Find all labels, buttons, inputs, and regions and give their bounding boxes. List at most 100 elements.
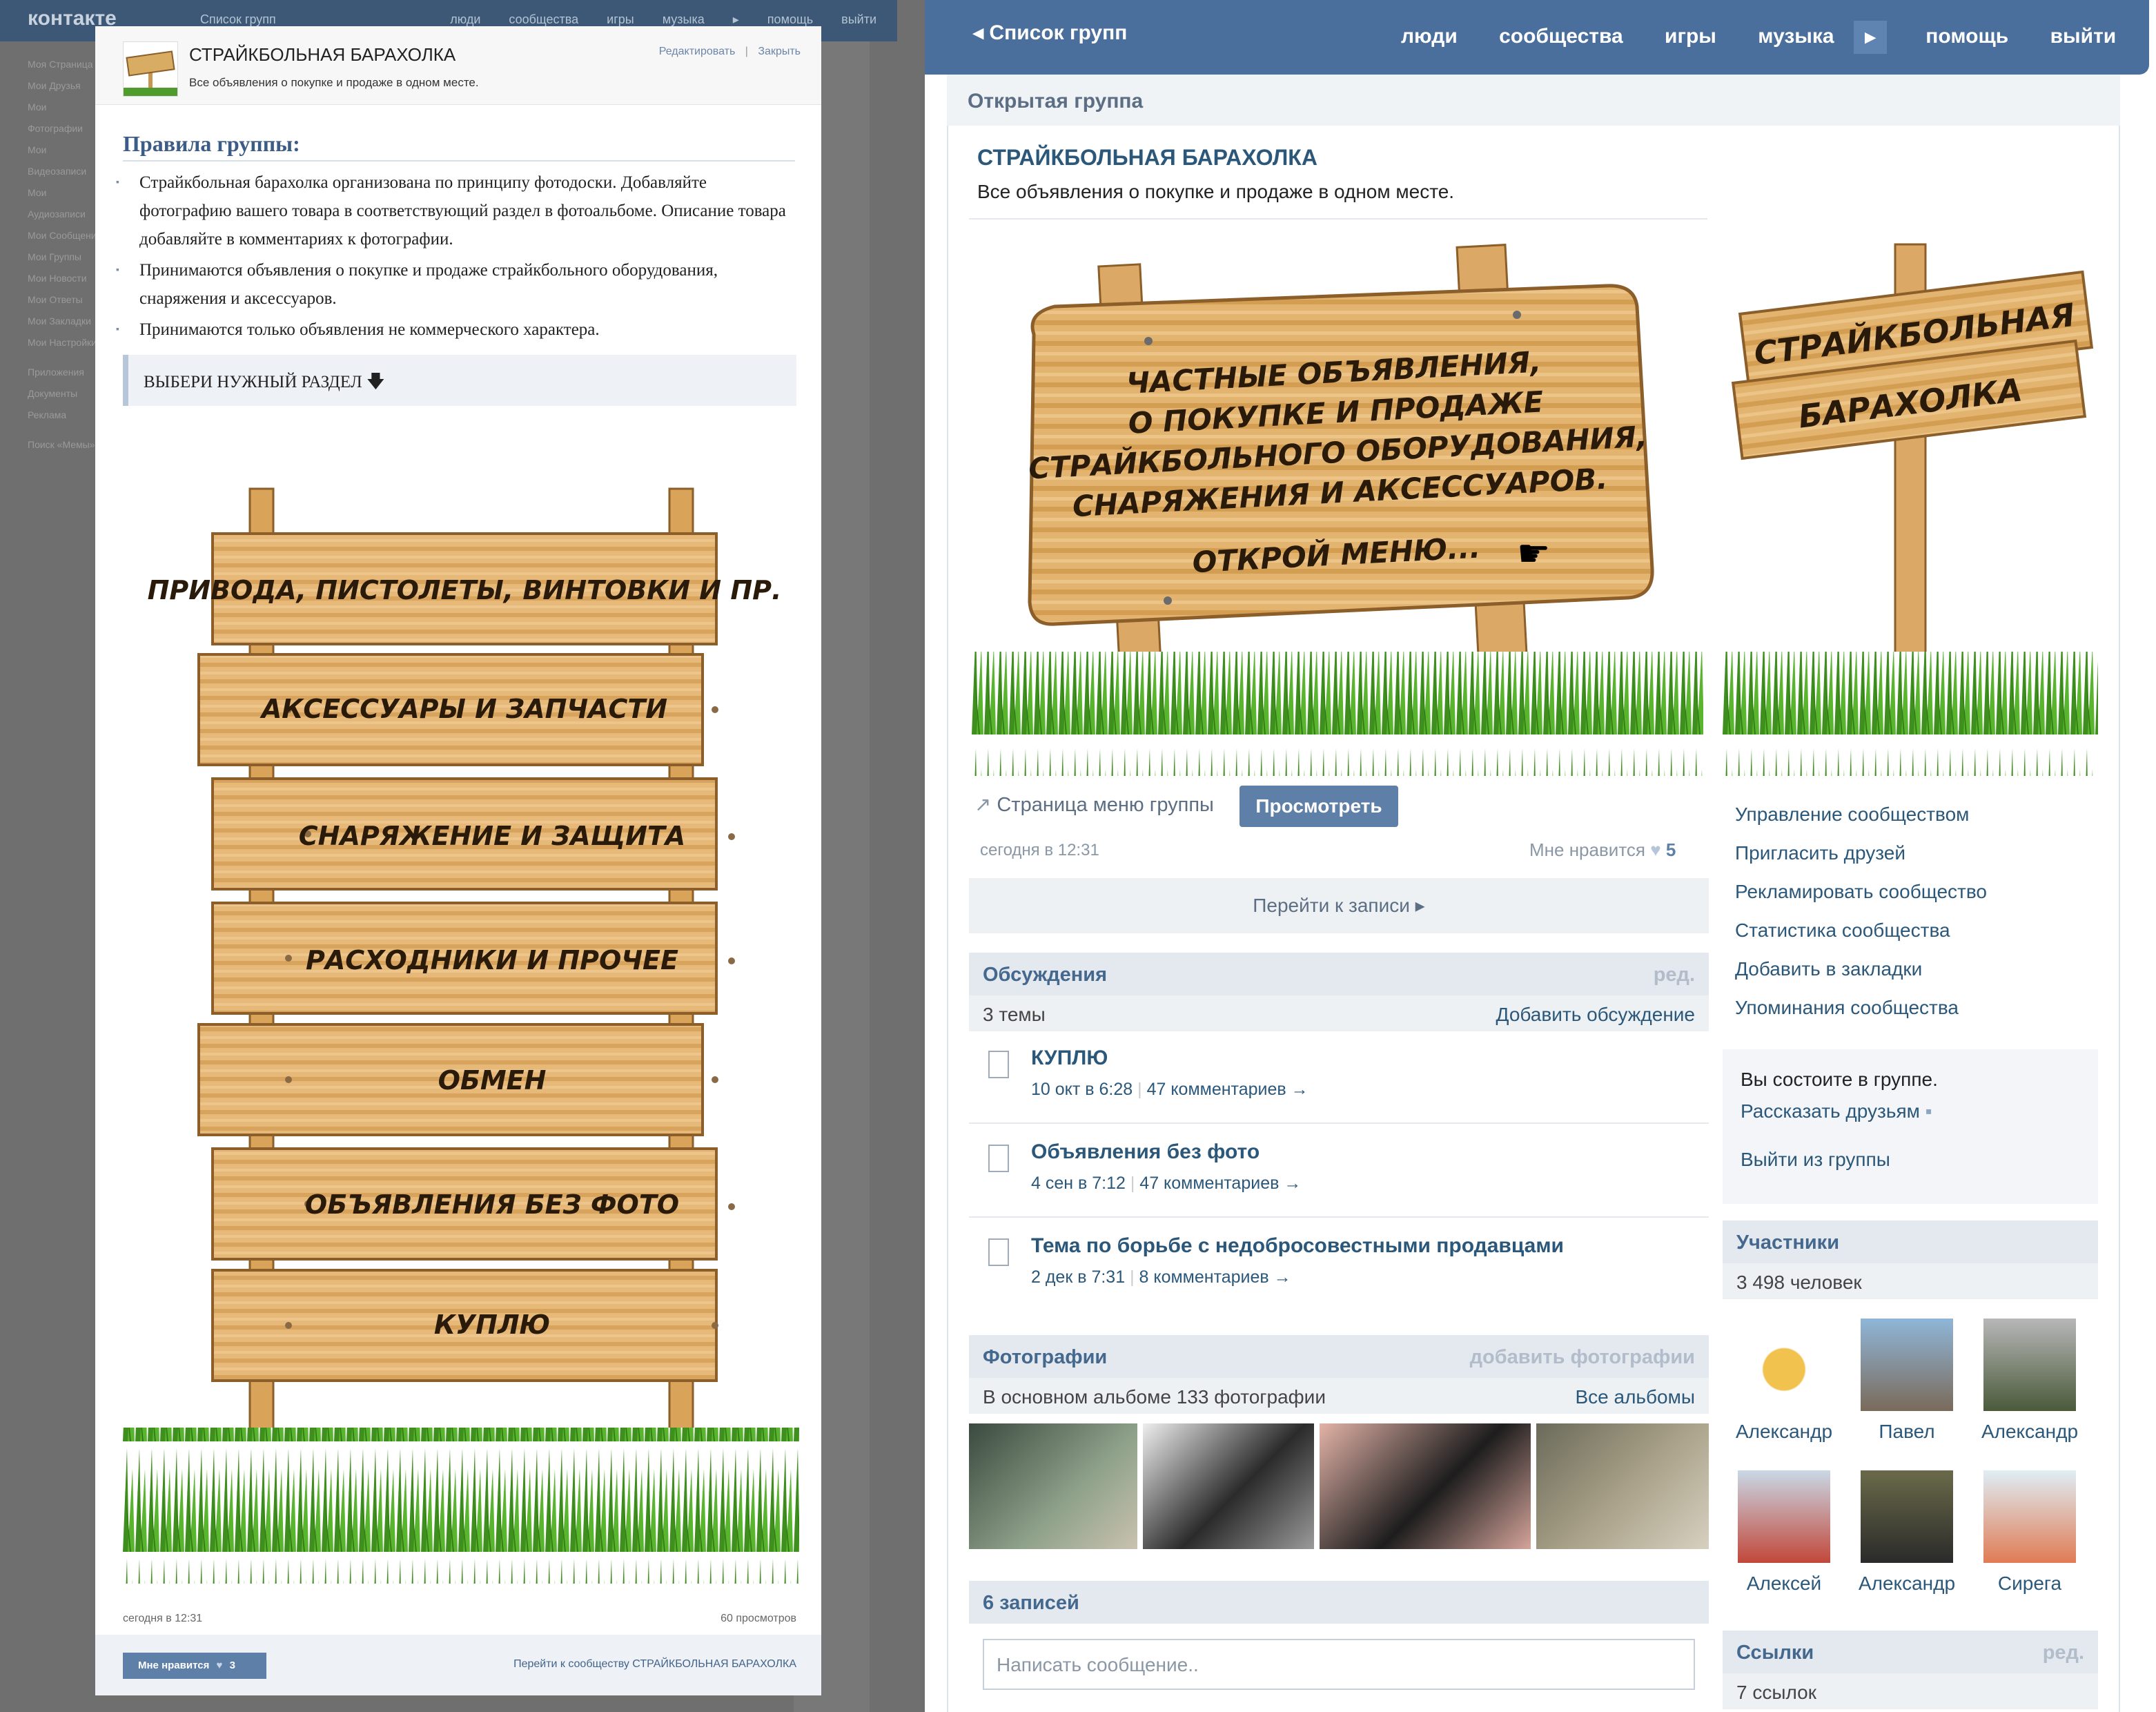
nav-logout[interactable]: выйти: [2050, 25, 2117, 48]
nav-help[interactable]: помощь: [1925, 25, 2008, 48]
view-button[interactable]: Просмотреть: [1239, 786, 1398, 827]
back-to-groups[interactable]: ◂ Список групп: [973, 21, 1127, 45]
all-albums-link[interactable]: Все альбомы: [1575, 1386, 1695, 1408]
topic-title[interactable]: КУПЛЮ: [1031, 1047, 1108, 1070]
nav-more-icon[interactable]: ▸: [1853, 21, 1887, 54]
bg-menu-item: Поиск «Мемы»: [28, 439, 95, 450]
participant-name[interactable]: Павел: [1845, 1421, 1968, 1443]
avatar[interactable]: [1983, 1319, 2076, 1411]
topic-comments[interactable]: 8 комментариев →: [1139, 1267, 1291, 1287]
invite-friends-link[interactable]: Пригласить друзей: [1735, 842, 1905, 864]
avatar[interactable]: [1861, 1319, 1953, 1411]
rules-divider: [123, 160, 795, 162]
links-title: Ссылки: [1736, 1642, 1814, 1664]
wall-block: 6 записей: [969, 1581, 1709, 1624]
modal-views: 60 просмотров: [721, 1613, 796, 1624]
avatar[interactable]: [1861, 1470, 1953, 1563]
topic-item[interactable]: КУПЛЮ 10 окт в 6:28 | 47 комментариев →: [969, 1031, 1709, 1124]
membership-box: Вы состоите в группе. Рассказать друзьям…: [1723, 1049, 2098, 1204]
wiki-page-modal: СТРАЙКБОЛЬНАЯ БАРАХОЛКА Все объявления о…: [95, 26, 821, 1695]
topic-comments[interactable]: 47 комментариев →: [1147, 1080, 1309, 1099]
post-like[interactable]: Мне нравится ♥ 5: [1529, 839, 1676, 861]
chevron-right-icon: ▸: [1415, 895, 1425, 916]
discussions-header[interactable]: Обсуждения ред.: [969, 953, 1709, 995]
add-bookmark-link[interactable]: Добавить в закладки: [1735, 958, 1922, 980]
bg-menu-item: Мои Ответы: [28, 294, 83, 305]
participant-name[interactable]: Алексей: [1723, 1573, 1845, 1595]
sign-7[interactable]: КУПЛЮ: [211, 1269, 718, 1382]
community-mentions-link[interactable]: Упоминания сообщества: [1735, 997, 1959, 1019]
sign-4[interactable]: РАСХОДНИКИ И ПРОЧЕЕ: [211, 902, 735, 1015]
photo-thumb[interactable]: [969, 1423, 1137, 1549]
wall-header[interactable]: 6 записей: [969, 1581, 1709, 1624]
modal-footer: Мне нравится ♥ 3 Перейти к сообществу СТ…: [95, 1635, 821, 1695]
nav-games[interactable]: игры: [1665, 25, 1716, 48]
participant-name[interactable]: Александр: [1723, 1421, 1845, 1443]
topic-date[interactable]: 4 сен в 7:12: [1031, 1174, 1126, 1193]
topic-item[interactable]: Объявления без фото 4 сен в 7:12 | 47 ко…: [969, 1125, 1709, 1218]
edit-link[interactable]: Редактировать: [659, 46, 736, 57]
heart-icon: ♥: [1650, 839, 1666, 860]
photo-thumb[interactable]: [1536, 1423, 1709, 1549]
avatar[interactable]: [1983, 1470, 2076, 1563]
signpost-menu: ПРИВОДА, ПИСТОЛЕТЫ, ВИНТОВКИ И ПР. АКСЕС…: [123, 487, 799, 1584]
advertise-community-link[interactable]: Рекламировать сообщество: [1735, 881, 1987, 903]
topic-date[interactable]: 2 дек в 7:31: [1031, 1267, 1125, 1287]
bg-menu-item: Документы: [28, 388, 78, 399]
photos-header[interactable]: Фотографии добавить фотографии: [969, 1335, 1709, 1378]
topics-count: 3 темы: [983, 1004, 1046, 1025]
links-edit-link[interactable]: ред.: [2043, 1642, 2084, 1664]
sign-2[interactable]: АКСЕССУАРЫ И ЗАПЧАСТИ: [197, 653, 718, 766]
like-button[interactable]: Мне нравится ♥ 3: [123, 1653, 266, 1679]
wall-post-input[interactable]: Написать сообщение..: [983, 1639, 1695, 1690]
avatar[interactable]: [1738, 1319, 1830, 1411]
community-stats-link[interactable]: Статистика сообщества: [1735, 920, 1950, 942]
topic-title[interactable]: Объявления без фото: [1031, 1140, 1260, 1164]
topic-comments[interactable]: 47 комментариев →: [1139, 1174, 1301, 1193]
photos-block: Фотографии добавить фотографии В основно…: [969, 1335, 1709, 1549]
rule-item: Принимаются объявления о покупке и прода…: [116, 256, 799, 313]
sign-label: ПРИВОДА, ПИСТОЛЕТЫ, ВИНТОВКИ И ПР.: [148, 575, 782, 605]
goto-community-link[interactable]: Перейти к сообществу СТРАЙКБОЛЬНАЯ БАРАХ…: [513, 1658, 796, 1671]
bg-nav: люди сообщества игры музыка ▸ помощь вый…: [450, 12, 876, 26]
topic-item[interactable]: Тема по борьбе с недобросовестными прода…: [969, 1219, 1709, 1312]
links-header[interactable]: Ссылки ред.: [1723, 1631, 2098, 1673]
discussions-edit-link[interactable]: ред.: [1654, 964, 1695, 986]
topic-title[interactable]: Тема по борьбе с недобросовестными прода…: [1031, 1234, 1564, 1258]
heart-icon: ♥: [216, 1660, 223, 1671]
topic-date[interactable]: 10 окт в 6:28: [1031, 1080, 1133, 1099]
tell-friends-link[interactable]: Рассказать друзьям ▪: [1741, 1100, 2080, 1122]
speech-bubble-icon: ▪: [1925, 1100, 1932, 1122]
tell-friends-label: Рассказать друзьям: [1741, 1100, 1920, 1122]
bg-menu-item: Мои Сообщения: [28, 230, 102, 241]
sign-1[interactable]: ПРИВОДА, ПИСТОЛЕТЫ, ВИНТОВКИ И ПР.: [148, 532, 782, 645]
nav-people[interactable]: люди: [1401, 25, 1458, 48]
topic-meta: 10 окт в 6:28 | 47 комментариев →: [1031, 1080, 1309, 1099]
close-link[interactable]: Закрыть: [758, 46, 801, 57]
add-photos-link[interactable]: добавить фотографии: [1470, 1346, 1695, 1369]
nav-communities[interactable]: сообщества: [1499, 25, 1623, 48]
bg-menu-item: Реклама: [28, 409, 67, 420]
modal-subtitle: Все объявления о покупке и продаже в одн…: [189, 76, 479, 89]
add-discussion-link[interactable]: Добавить обсуждение: [1496, 1004, 1695, 1026]
sign-3[interactable]: СНАРЯЖЕНИЕ И ЗАЩИТА: [211, 777, 735, 891]
participants-header[interactable]: Участники: [1723, 1220, 2098, 1263]
participant-name[interactable]: Александр: [1845, 1573, 1968, 1595]
photo-thumb[interactable]: [1143, 1423, 1314, 1549]
participant-name[interactable]: Сирега: [1968, 1573, 2091, 1595]
participant-name[interactable]: Александр: [1968, 1421, 2091, 1443]
leave-group-link[interactable]: Выйти из группы: [1741, 1149, 2080, 1171]
bg-menu-item: Мои Аудиозаписи: [28, 187, 86, 220]
bg-breadcrumb: Список групп: [200, 12, 276, 26]
manage-community-link[interactable]: Управление сообществом: [1735, 804, 1969, 826]
avatar[interactable]: [1738, 1470, 1830, 1563]
arrow-down-icon: 🡇: [366, 371, 385, 391]
group-banner[interactable]: ЧАСТНЫЕ ОБЪЯВЛЕНИЯ, О ПОКУПКЕ И ПРОДАЖЕ …: [972, 237, 1703, 776]
goto-posts-label: Перейти к записи: [1253, 895, 1410, 916]
sign-5[interactable]: ОБМЕН: [197, 1023, 718, 1136]
sign-6[interactable]: ОБЪЯВЛЕНИЯ БЕЗ ФОТО: [211, 1147, 735, 1261]
nav-music[interactable]: музыка: [1758, 25, 1834, 48]
photo-thumb[interactable]: [1320, 1423, 1531, 1549]
bg-menu-item: Мои Друзья: [28, 80, 81, 91]
goto-posts-button[interactable]: Перейти к записи ▸: [969, 878, 1709, 933]
